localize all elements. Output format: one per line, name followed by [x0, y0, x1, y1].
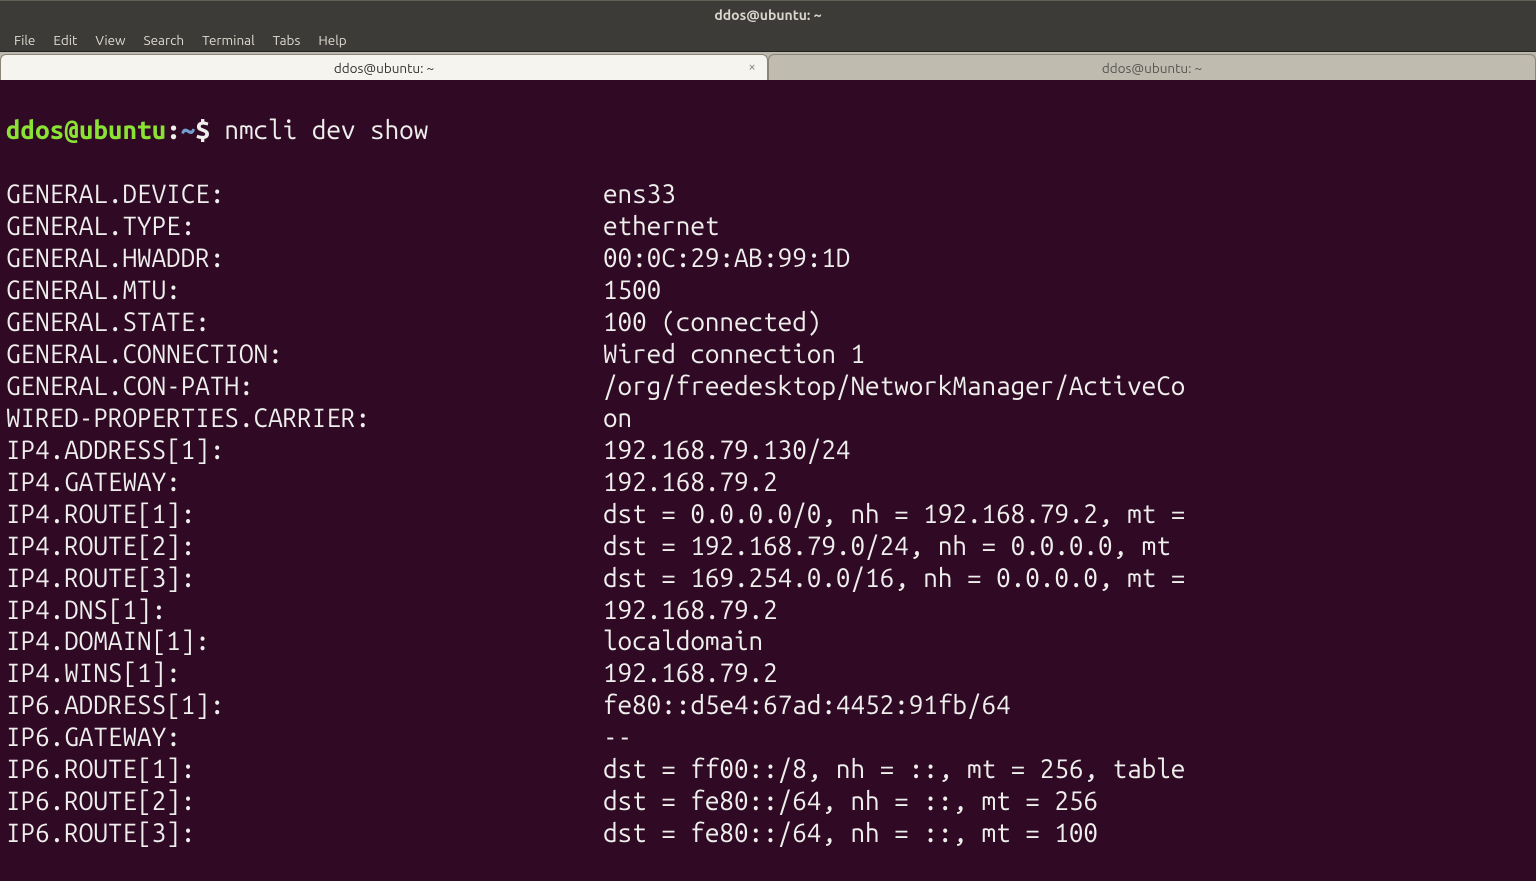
prompt-colon: : [166, 114, 181, 146]
output-row: IP4.ROUTE[3]:dst = 169.254.0.0/16, nh = … [6, 562, 1530, 594]
tab-2[interactable]: ddos@ubuntu: ~ [768, 54, 1536, 80]
output-row: IP4.GATEWAY:192.168.79.2 [6, 466, 1530, 498]
menu-file[interactable]: File [6, 30, 43, 50]
output-key: IP6.ROUTE[2]: [6, 785, 603, 817]
output-value: 1500 [603, 274, 661, 306]
output-row: WIRED-PROPERTIES.CARRIER:on [6, 402, 1530, 434]
output-key: IP6.ADDRESS[1]: [6, 689, 603, 721]
output-key: IP4.ROUTE[1]: [6, 498, 603, 530]
output-key: GENERAL.CON-PATH: [6, 370, 603, 402]
output-key: GENERAL.DEVICE: [6, 178, 603, 210]
terminal-pane[interactable]: ddos@ubuntu:~$ nmcli dev show GENERAL.DE… [0, 80, 1536, 881]
output-value: 100 (connected) [603, 306, 821, 338]
output-row: IP6.GATEWAY:-- [6, 721, 1530, 753]
output-key: IP6.GATEWAY: [6, 721, 603, 753]
tab-2-label: ddos@ubuntu: ~ [1102, 60, 1202, 76]
output-value: localdomain [603, 625, 763, 657]
output-row: IP4.ROUTE[1]:dst = 0.0.0.0/0, nh = 192.1… [6, 498, 1530, 530]
output-row: GENERAL.TYPE:ethernet [6, 210, 1530, 242]
output-value: fe80::d5e4:67ad:4452:91fb/64 [603, 689, 1011, 721]
output-value: dst = ff00::/8, nh = ::, mt = 256, table [603, 753, 1185, 785]
menu-edit[interactable]: Edit [45, 30, 85, 50]
output-value: dst = 0.0.0.0/0, nh = 192.168.79.2, mt = [603, 498, 1185, 530]
output-row: GENERAL.DEVICE:ens33 [6, 178, 1530, 210]
output-value: Wired connection 1 [603, 338, 865, 370]
output-value: 192.168.79.2 [603, 466, 778, 498]
output-row: GENERAL.HWADDR:00:0C:29:AB:99:1D [6, 242, 1530, 274]
output-value: ethernet [603, 210, 719, 242]
output-key: GENERAL.CONNECTION: [6, 338, 603, 370]
prompt-dollar: $ [195, 114, 210, 146]
menubar: File Edit View Search Terminal Tabs Help [0, 28, 1536, 52]
output-key: IP4.ROUTE[3]: [6, 562, 603, 594]
output-key: IP6.ROUTE[1]: [6, 753, 603, 785]
menu-help[interactable]: Help [310, 30, 354, 50]
output-row: IP6.ROUTE[1]:dst = ff00::/8, nh = ::, mt… [6, 753, 1530, 785]
output-value: 192.168.79.2 [603, 594, 778, 626]
output-key: IP4.DNS[1]: [6, 594, 603, 626]
output-value: 00:0C:29:AB:99:1D [603, 242, 851, 274]
output-row: GENERAL.CON-PATH:/org/freedesktop/Networ… [6, 370, 1530, 402]
output-value: dst = 192.168.79.0/24, nh = 0.0.0.0, mt [603, 530, 1171, 562]
output-row: IP6.ADDRESS[1]:fe80::d5e4:67ad:4452:91fb… [6, 689, 1530, 721]
window-title: ddos@ubuntu: ~ [714, 7, 821, 23]
output-row: IP4.DOMAIN[1]:localdomain [6, 625, 1530, 657]
tab-bar: ddos@ubuntu: ~ × ddos@ubuntu: ~ [0, 52, 1536, 80]
output-key: IP4.ADDRESS[1]: [6, 434, 603, 466]
output-value: ens33 [603, 178, 676, 210]
tab-1-label: ddos@ubuntu: ~ [334, 60, 434, 76]
prompt-line: ddos@ubuntu:~$ nmcli dev show [6, 114, 1530, 146]
prompt-host: ubuntu [79, 114, 166, 146]
menu-terminal[interactable]: Terminal [194, 30, 263, 50]
output-key: IP4.GATEWAY: [6, 466, 603, 498]
output-key: GENERAL.STATE: [6, 306, 603, 338]
output-row: GENERAL.STATE:100 (connected) [6, 306, 1530, 338]
prompt-at: @ [64, 114, 79, 146]
output-key: GENERAL.HWADDR: [6, 242, 603, 274]
output-row: IP6.ROUTE[3]:dst = fe80::/64, nh = ::, m… [6, 817, 1530, 849]
output-row: GENERAL.CONNECTION:Wired connection 1 [6, 338, 1530, 370]
output-key: GENERAL.TYPE: [6, 210, 603, 242]
output-row: IP4.ROUTE[2]:dst = 192.168.79.0/24, nh =… [6, 530, 1530, 562]
output-block: GENERAL.DEVICE:ens33GENERAL.TYPE:etherne… [6, 178, 1530, 849]
menu-tabs[interactable]: Tabs [265, 30, 309, 50]
window-titlebar: ddos@ubuntu: ~ [0, 0, 1536, 28]
output-row: GENERAL.MTU:1500 [6, 274, 1530, 306]
prompt-user: ddos [6, 114, 64, 146]
output-row: IP4.DNS[1]:192.168.79.2 [6, 594, 1530, 626]
command-text: nmcli dev show [210, 114, 428, 146]
output-key: IP4.ROUTE[2]: [6, 530, 603, 562]
output-row: IP4.WINS[1]:192.168.79.2 [6, 657, 1530, 689]
menu-search[interactable]: Search [136, 30, 193, 50]
output-value: dst = 169.254.0.0/16, nh = 0.0.0.0, mt = [603, 562, 1185, 594]
output-key: WIRED-PROPERTIES.CARRIER: [6, 402, 603, 434]
close-icon[interactable]: × [745, 61, 759, 75]
prompt-path: ~ [181, 114, 196, 146]
output-key: IP6.ROUTE[3]: [6, 817, 603, 849]
output-key: IP4.DOMAIN[1]: [6, 625, 603, 657]
output-value: dst = fe80::/64, nh = ::, mt = 100 [603, 817, 1098, 849]
output-value: /org/freedesktop/NetworkManager/ActiveCo [603, 370, 1185, 402]
menu-view[interactable]: View [87, 30, 133, 50]
output-key: IP4.WINS[1]: [6, 657, 603, 689]
output-value: 192.168.79.2 [603, 657, 778, 689]
output-key: GENERAL.MTU: [6, 274, 603, 306]
tab-1[interactable]: ddos@ubuntu: ~ × [0, 54, 768, 80]
output-value: dst = fe80::/64, nh = ::, mt = 256 [603, 785, 1098, 817]
output-value: -- [603, 721, 632, 753]
output-value: 192.168.79.130/24 [603, 434, 851, 466]
output-row: IP6.ROUTE[2]:dst = fe80::/64, nh = ::, m… [6, 785, 1530, 817]
output-value: on [603, 402, 632, 434]
output-row: IP4.ADDRESS[1]:192.168.79.130/24 [6, 434, 1530, 466]
